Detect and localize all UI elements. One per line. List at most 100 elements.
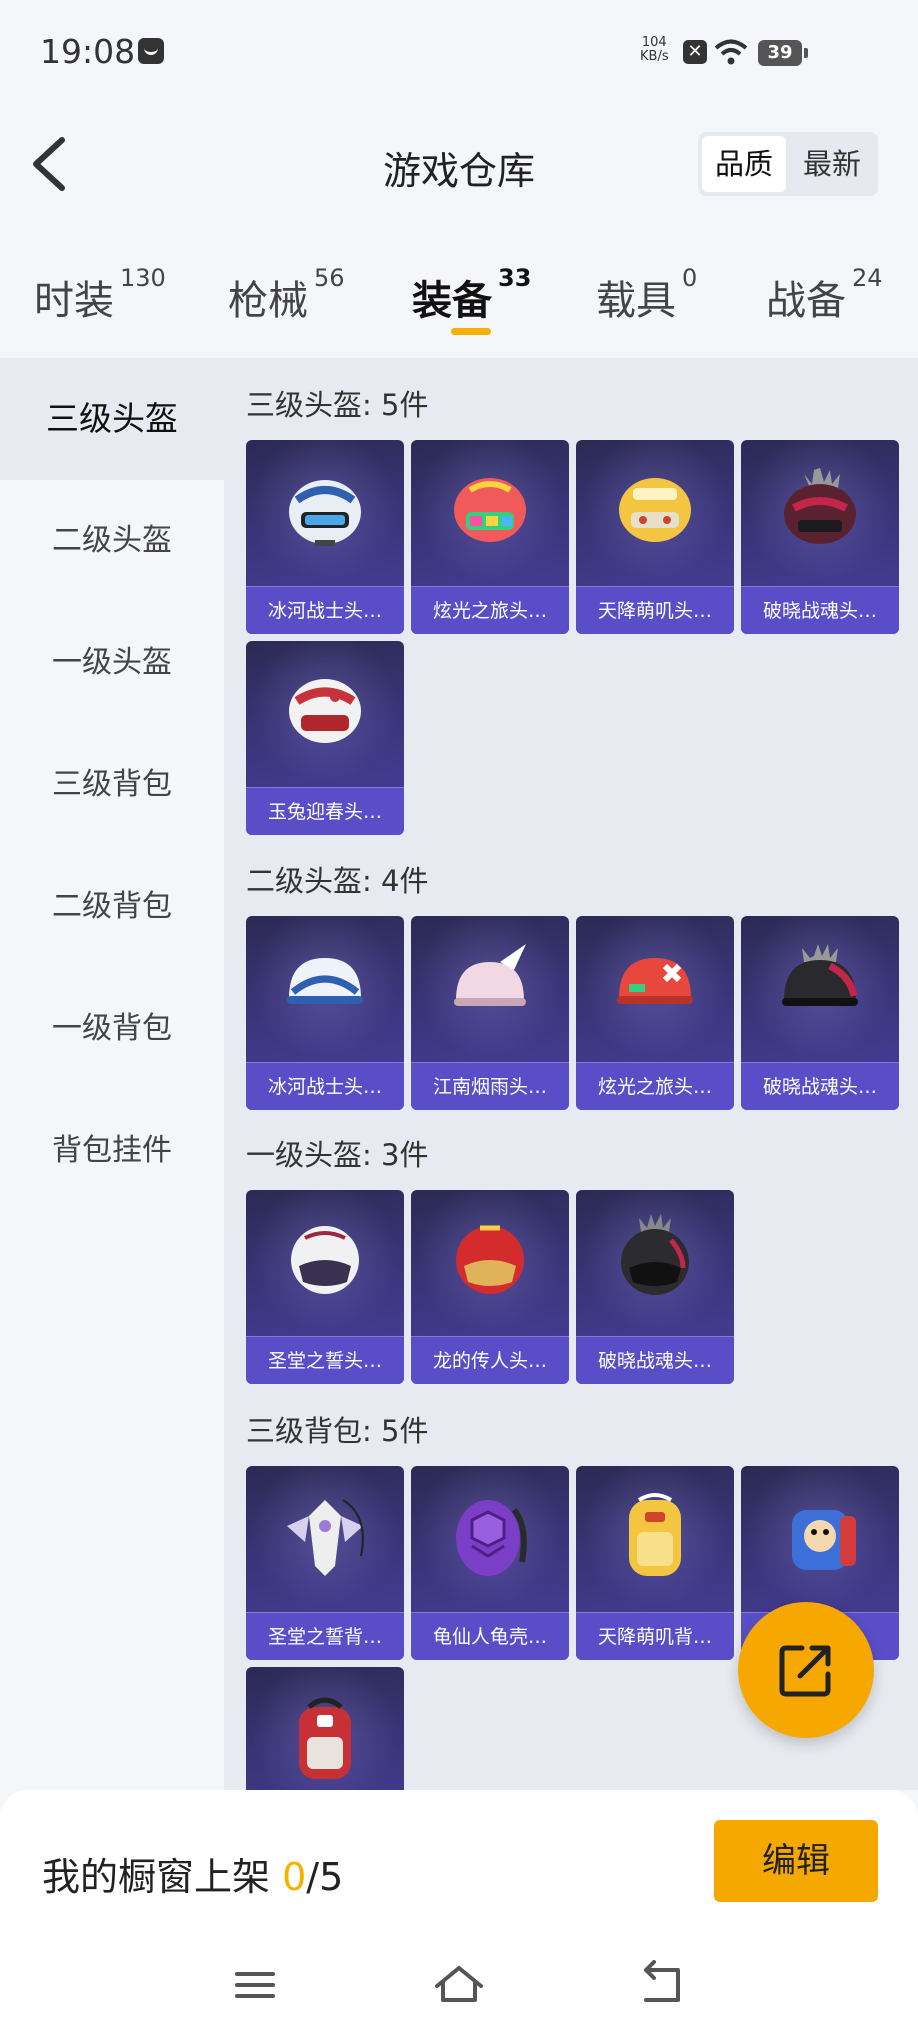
tab-label: 时装 <box>34 278 114 324</box>
status-time: 19:08 <box>40 32 136 71</box>
section-title: 三级背包: 5件 <box>246 1414 429 1448</box>
item-name: 玉兔迎春头… <box>246 787 404 835</box>
category-tabs: 时装 130 枪械 56 装备 33 载具 0 战备 24 <box>0 230 918 358</box>
item-name: 冰河战士头… <box>246 1062 404 1110</box>
item-card[interactable]: 江南烟雨头… <box>411 916 569 1110</box>
section-title: 三级头盔: 5件 <box>246 388 429 422</box>
helmet-icon <box>454 944 526 1006</box>
network-speed-value: 104 <box>641 35 667 50</box>
backpack-icon <box>287 1499 364 1576</box>
helmet-icon <box>784 468 856 544</box>
tab-label: 载具 <box>596 278 676 324</box>
tab-equipment[interactable]: 装备 33 <box>412 264 531 326</box>
helmet-icon <box>291 1226 359 1294</box>
item-card[interactable]: 冰河战士头… <box>246 440 404 634</box>
sort-newest-button[interactable]: 最新 <box>790 136 874 192</box>
section-title: 二级头盔: 4件 <box>246 864 429 898</box>
tab-supplies[interactable]: 战备 24 <box>766 264 883 326</box>
share-fab-button[interactable] <box>738 1602 874 1738</box>
item-card[interactable]: 圣堂之誓背… <box>246 1466 404 1660</box>
item-card[interactable]: 破晓战魂头… <box>576 1190 734 1384</box>
item-name: 冰河战士头… <box>246 586 404 634</box>
backpack-icon <box>629 1493 681 1576</box>
tab-outfit[interactable]: 时装 130 <box>34 264 166 326</box>
tab-vehicles[interactable]: 载具 0 <box>596 264 697 326</box>
menu-icon[interactable] <box>225 1960 285 2010</box>
back-icon[interactable] <box>632 1960 692 2010</box>
showcase-label: 我的橱窗上架 <box>42 1855 283 1899</box>
sidebar-item-level3-helmet[interactable]: 三级头盔 <box>0 358 224 480</box>
item-card[interactable]: 龙的传人头… <box>411 1190 569 1384</box>
helmet-icon <box>454 478 526 542</box>
sort-quality-button[interactable]: 品质 <box>702 136 786 192</box>
sidebar-item-level1-helmet[interactable]: 一级头盔 <box>0 602 224 724</box>
tab-label: 枪械 <box>228 278 308 324</box>
tab-count: 33 <box>498 264 532 292</box>
helmet-icon <box>289 679 361 743</box>
item-name: 天降萌叽头… <box>576 586 734 634</box>
close-square-icon: ✕ <box>683 40 707 64</box>
backpack-icon <box>792 1510 856 1570</box>
tab-label: 装备 <box>412 278 492 324</box>
status-bar: 19:08 104 KB/s ✕ 39 <box>0 0 918 100</box>
item-card[interactable]: 圣堂之誓头… <box>246 1190 404 1384</box>
helmet-icon <box>456 1225 524 1294</box>
item-name: 龙的传人头… <box>411 1336 569 1384</box>
section-title: 一级头盔: 3件 <box>246 1138 429 1172</box>
tab-weapons[interactable]: 枪械 56 <box>228 264 345 326</box>
item-name: 龟仙人龟壳… <box>411 1612 569 1660</box>
sidebar-item-level2-helmet[interactable]: 二级头盔 <box>0 480 224 602</box>
item-name: 炫光之旅头… <box>411 586 569 634</box>
helmet-icon <box>289 480 361 546</box>
item-grid: 三级头盔: 5件 冰河战士头… 炫光之旅头… 天降萌叽头… 破晓战魂头… 玉兔迎… <box>224 358 918 1790</box>
sidebar-item-level1-backpack[interactable]: 一级背包 <box>0 968 224 1090</box>
showcase-total: /5 <box>306 1855 344 1899</box>
item-card[interactable]: 玉兔迎春头… <box>246 641 404 835</box>
sidebar-item-backpack-charm[interactable]: 背包挂件 <box>0 1090 224 1212</box>
home-icon[interactable] <box>429 1960 489 2010</box>
item-name: 圣堂之誓头… <box>246 1336 404 1384</box>
sidebar-item-level3-backpack[interactable]: 三级背包 <box>0 724 224 846</box>
tab-count: 24 <box>852 264 883 292</box>
share-export-icon <box>779 1645 831 1697</box>
battery-indicator: 39 <box>758 40 808 66</box>
item-card[interactable]: 炫光之旅头… <box>576 916 734 1110</box>
item-name: 破晓战魂头… <box>741 586 899 634</box>
item-card[interactable]: 破晓战魂头… <box>741 916 899 1110</box>
showcase-count: 0 <box>282 1855 307 1899</box>
edit-button[interactable]: 编辑 <box>714 1820 878 1902</box>
sidebar-item-level2-backpack[interactable]: 二级背包 <box>0 846 224 968</box>
sidebar: 三级头盔 二级头盔 一级头盔 三级背包 二级背包 一级背包 背包挂件 <box>0 358 224 1790</box>
tab-count: 56 <box>314 264 345 292</box>
showcase-status: 我的橱窗上架 0/5 <box>42 1846 343 1901</box>
backpack-icon <box>456 1500 527 1576</box>
tab-label: 战备 <box>766 278 846 324</box>
page-header: 游戏仓库 品质 最新 <box>0 100 918 230</box>
item-name: 炫光之旅头… <box>576 1062 734 1110</box>
item-card[interactable] <box>246 1667 404 1790</box>
system-nav-bar <box>0 1950 918 2030</box>
network-speed: 104 KB/s <box>640 36 669 64</box>
wifi-icon <box>714 39 748 65</box>
message-icon <box>138 38 164 64</box>
tab-count: 0 <box>682 264 698 292</box>
item-name: 天降萌叽背… <box>576 1612 734 1660</box>
helmet-icon <box>782 944 858 1006</box>
item-card[interactable]: 冰河战士头… <box>246 916 404 1110</box>
item-name: 江南烟雨头… <box>411 1062 569 1110</box>
item-card[interactable]: 破晓战魂头… <box>741 440 899 634</box>
active-tab-indicator <box>451 328 491 335</box>
item-card[interactable]: 龟仙人龟壳… <box>411 1466 569 1660</box>
item-name: 破晓战魂头… <box>741 1062 899 1110</box>
helmet-icon <box>287 958 363 1004</box>
helmet-icon <box>619 478 691 542</box>
bottom-bar: 我的橱窗上架 0/5 编辑 <box>0 1790 918 2040</box>
helmet-icon <box>617 958 693 1004</box>
item-card[interactable]: 炫光之旅头… <box>411 440 569 634</box>
item-card[interactable]: 天降萌叽背… <box>576 1466 734 1660</box>
item-name: 破晓战魂头… <box>576 1336 734 1384</box>
tab-count: 130 <box>120 264 166 292</box>
item-card[interactable]: 天降萌叽头… <box>576 440 734 634</box>
sort-toggle: 品质 最新 <box>698 132 878 196</box>
helmet-icon <box>621 1214 689 1295</box>
